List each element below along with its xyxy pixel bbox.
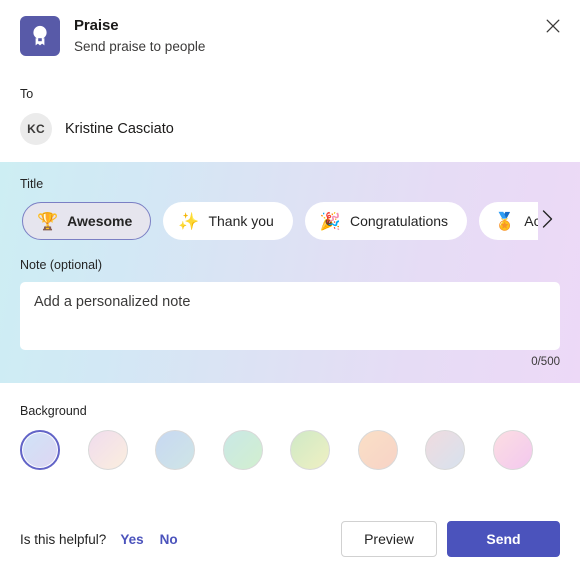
footer-actions: Preview Send xyxy=(341,521,560,557)
note-label: Note (optional) xyxy=(20,258,102,272)
recipient-section: To KC Kristine Casciato xyxy=(0,74,580,146)
page-title: Praise xyxy=(74,17,119,34)
helpful-question: Is this helpful? xyxy=(20,531,107,547)
recipient-name: Kristine Casciato xyxy=(65,121,174,137)
title-chips-wrap: 🏆 Awesome ✨ Thank you 🎉 Congratulations … xyxy=(20,201,560,241)
title-chip-congratulations[interactable]: 🎉 Congratulations xyxy=(304,202,468,240)
chevron-right-icon xyxy=(542,209,553,231)
trophy-icon: 🏆 xyxy=(37,211,59,231)
background-swatch-green-yellow[interactable] xyxy=(290,430,330,470)
chips-next-button[interactable] xyxy=(532,205,562,235)
helpful-yes-link[interactable]: Yes xyxy=(120,532,143,547)
note-input[interactable] xyxy=(20,282,560,350)
background-swatch-mint-green[interactable] xyxy=(222,430,263,470)
background-swatch-pink-magenta[interactable] xyxy=(492,430,533,470)
sparkles-icon: ✨ xyxy=(178,211,200,231)
avatar: KC xyxy=(20,113,52,145)
title-chip-achievement[interactable]: 🏅 Achievement xyxy=(479,202,538,240)
title-chip-label: Congratulations xyxy=(350,213,449,229)
helpful-feedback: Is this helpful? Yes No xyxy=(20,532,178,547)
award-badge-icon xyxy=(20,16,60,56)
title-chip-label: Awesome xyxy=(67,213,133,229)
note-section: Note (optional) 0/500 xyxy=(20,257,560,369)
background-swatch-blue-teal[interactable] xyxy=(155,430,195,470)
title-chip-awesome[interactable]: 🏆 Awesome xyxy=(22,202,152,240)
page-subtitle: Send praise to people xyxy=(74,39,206,54)
background-swatch-row xyxy=(20,430,560,470)
background-label: Background xyxy=(20,404,87,418)
background-swatch-peach-orange[interactable] xyxy=(357,430,398,470)
background-swatch-rose-gray[interactable] xyxy=(425,430,465,470)
dialog-footer: Is this helpful? Yes No Preview Send xyxy=(0,521,580,579)
title-chip-label: Thank you xyxy=(208,213,274,229)
send-button[interactable]: Send xyxy=(447,521,560,557)
title-label: Title xyxy=(20,177,44,191)
background-swatch-pink-cream[interactable] xyxy=(87,430,128,470)
recipient-row[interactable]: KC Kristine Casciato xyxy=(20,112,560,146)
background-section: Background xyxy=(0,383,580,470)
character-counter: 0/500 xyxy=(531,356,560,368)
dialog-header: Praise Send praise to people xyxy=(0,0,580,74)
close-icon xyxy=(546,19,560,36)
band-inner: Title 🏆 Awesome ✨ Thank you 🎉 Congratula… xyxy=(0,176,580,369)
praise-dialog: Praise Send praise to people To KC Krist… xyxy=(0,0,580,579)
preview-button[interactable]: Preview xyxy=(341,521,437,557)
medal-icon: 🏅 xyxy=(494,211,516,231)
background-swatch-lavender-blue[interactable] xyxy=(20,430,60,470)
to-label: To xyxy=(20,87,34,101)
party-popper-icon: 🎉 xyxy=(319,211,341,231)
header-text-group: Praise Send praise to people xyxy=(74,14,205,56)
praise-card-preview-band: Title 🏆 Awesome ✨ Thank you 🎉 Congratula… xyxy=(0,162,580,383)
title-chip-thank-you[interactable]: ✨ Thank you xyxy=(163,202,293,240)
title-chips-scroller[interactable]: 🏆 Awesome ✨ Thank you 🎉 Congratulations … xyxy=(20,201,538,241)
close-button[interactable] xyxy=(538,12,568,42)
helpful-no-link[interactable]: No xyxy=(160,532,178,547)
